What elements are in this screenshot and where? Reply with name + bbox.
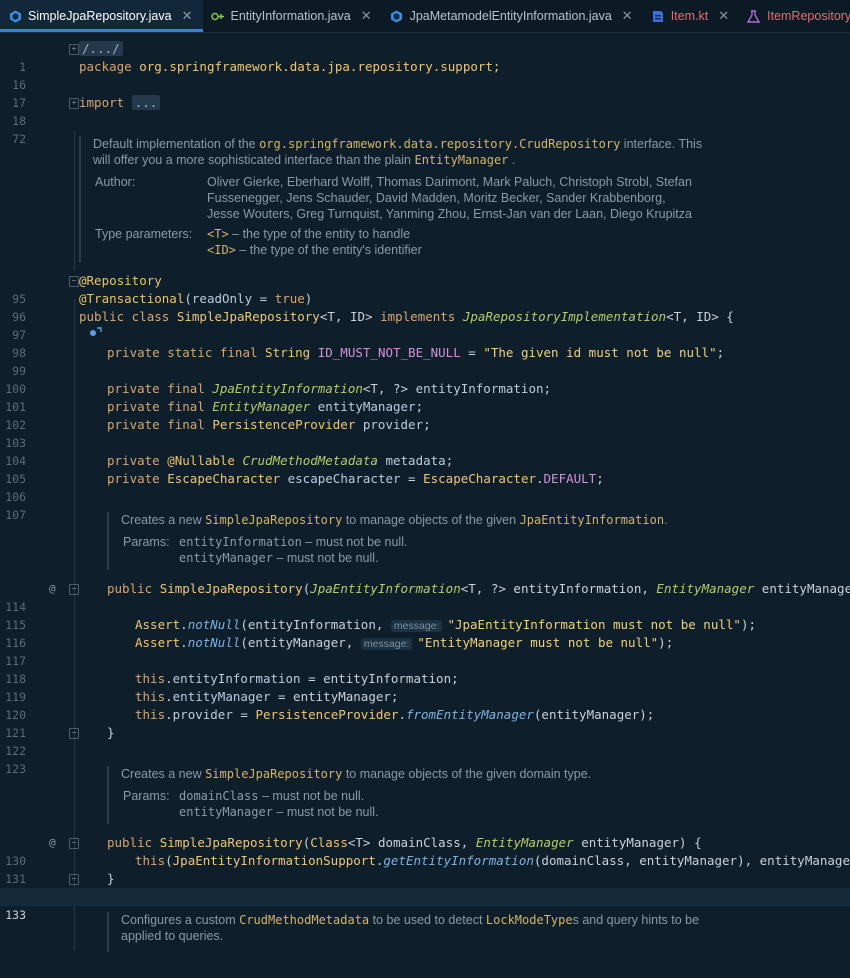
parameter-hint: message: xyxy=(360,638,413,650)
kotlin-class-icon xyxy=(651,9,665,23)
fold-collapse-icon[interactable]: − xyxy=(69,838,79,849)
code-line: 118 xyxy=(0,652,850,686)
code-line: 121 this.provider = PersistenceProvider.… xyxy=(0,706,850,740)
editor-tab-bar: SimpleJpaRepository.java ✕ EntityInforma… xyxy=(0,0,850,33)
tab-simple-jpa-repository[interactable]: SimpleJpaRepository.java ✕ xyxy=(0,0,203,32)
close-icon[interactable]: ✕ xyxy=(182,8,193,24)
tab-jpa-metamodel-entity-information[interactable]: JpaMetamodelEntityInformation.java ✕ xyxy=(382,0,643,32)
tab-item-repository-test-kt[interactable]: ItemRepositoryTest.kt ✕ xyxy=(739,0,850,32)
fold-collapse-icon[interactable]: − xyxy=(69,276,79,287)
java-class-icon xyxy=(390,9,404,23)
code-line: 17 xyxy=(0,76,850,110)
fold-end-icon[interactable]: − xyxy=(69,728,79,739)
code-line: 98 xyxy=(0,326,850,360)
code-line: 95 − @Repository xyxy=(0,272,850,306)
code-line: 132 − } xyxy=(0,870,850,904)
code-line: 123 xyxy=(0,742,850,776)
code-line: 103 private final PersistenceProvider pr… xyxy=(0,416,850,450)
code-line: 105 private @Nullable CrudMethodMetadata… xyxy=(0,452,850,486)
indent-guide xyxy=(74,131,75,271)
code-line: 1 + /.../ xyxy=(0,40,850,74)
folded-imports[interactable]: ... xyxy=(131,95,161,110)
close-icon[interactable]: ✕ xyxy=(622,8,633,24)
current-line[interactable]: 133 xyxy=(0,888,850,922)
code-line: 102 private final EntityManager entityMa… xyxy=(0,398,850,432)
close-icon[interactable]: ✕ xyxy=(361,8,372,24)
code-line: 106 private EscapeCharacter escapeCharac… xyxy=(0,470,850,504)
annotation-marker-icon[interactable]: @ xyxy=(49,834,56,852)
tab-label: Item.kt xyxy=(670,9,709,23)
code-line: 72 xyxy=(0,112,850,146)
annotation-marker-icon[interactable]: @ xyxy=(49,580,56,598)
code-line: 122 − } xyxy=(0,724,850,758)
line-number: 123 xyxy=(5,762,26,776)
fold-expand-icon[interactable]: + xyxy=(69,44,79,55)
code-line: 101 private final JpaEntityInformation<T… xyxy=(0,380,850,414)
fold-expand-icon[interactable]: + xyxy=(69,98,79,109)
kotlin-test-icon xyxy=(747,9,761,23)
tab-label: JpaMetamodelEntityInformation.java xyxy=(409,9,612,23)
code-line: 130 @ − public SimpleJpaRepository(Class… xyxy=(0,834,850,868)
tab-entity-information[interactable]: EntityInformation.java ✕ xyxy=(203,0,382,32)
keyword: import xyxy=(79,95,125,110)
code-line: 115 xyxy=(0,598,850,632)
code-line: 18 + import ... xyxy=(0,94,850,128)
tab-label: ItemRepositoryTest.kt xyxy=(767,9,850,23)
java-class-icon xyxy=(8,9,22,23)
java-interface-icon xyxy=(210,9,225,23)
code-line: 107 xyxy=(0,488,850,522)
code-line: 116 Assert.notNull(entityInformation, me… xyxy=(0,616,850,650)
keyword: package xyxy=(79,59,132,74)
line-number: 133 xyxy=(5,908,26,922)
code-line: 104 xyxy=(0,434,850,468)
tab-item-kt[interactable]: Item.kt ✕ xyxy=(643,0,739,32)
code-line: 96 @Transactional(readOnly = true) xyxy=(0,290,850,324)
code-line: 119 this.entityInformation = entityInfor… xyxy=(0,670,850,704)
code-line: 117 Assert.notNull(entityManager, messag… xyxy=(0,634,850,668)
tab-label: SimpleJpaRepository.java xyxy=(28,9,172,23)
code-line: 97 public class SimpleJpaRepository<T, I… xyxy=(0,308,850,342)
close-icon[interactable]: ✕ xyxy=(718,8,729,24)
fold-collapse-icon[interactable]: − xyxy=(69,584,79,595)
code-line: 120 this.entityManager = entityManager; xyxy=(0,688,850,722)
package-name: org.springframework.data.jpa.repository.… xyxy=(139,59,501,74)
rendered-javadoc-constructor: Creates a new SimpleJpaRepository to man… xyxy=(107,512,781,570)
rendered-javadoc-class: Default implementation of the org.spring… xyxy=(79,136,783,262)
code-line: 131 this(JpaEntityInformationSupport.get… xyxy=(0,852,850,886)
code-editor[interactable]: 1 + /.../ 16 package org.springframework… xyxy=(0,39,850,952)
tab-label: EntityInformation.java xyxy=(230,9,351,23)
fold-end-icon[interactable]: − xyxy=(69,874,79,885)
line-number: 72 xyxy=(12,132,26,146)
code-line: 99 private static final String ID_MUST_N… xyxy=(0,344,850,378)
folded-header-comment[interactable]: /.../ xyxy=(79,41,123,56)
code-line: 100 xyxy=(0,362,850,396)
code-line: 114 @ − public SimpleJpaRepository(JpaEn… xyxy=(0,580,850,614)
line-number: 107 xyxy=(5,508,26,522)
parameter-hint: message: xyxy=(390,620,443,632)
rendered-javadoc-method: Configures a custom CrudMethodMetadata t… xyxy=(107,912,781,952)
code-line: 16 package org.springframework.data.jpa.… xyxy=(0,58,850,92)
rendered-javadoc-constructor: Creates a new SimpleJpaRepository to man… xyxy=(107,766,781,824)
